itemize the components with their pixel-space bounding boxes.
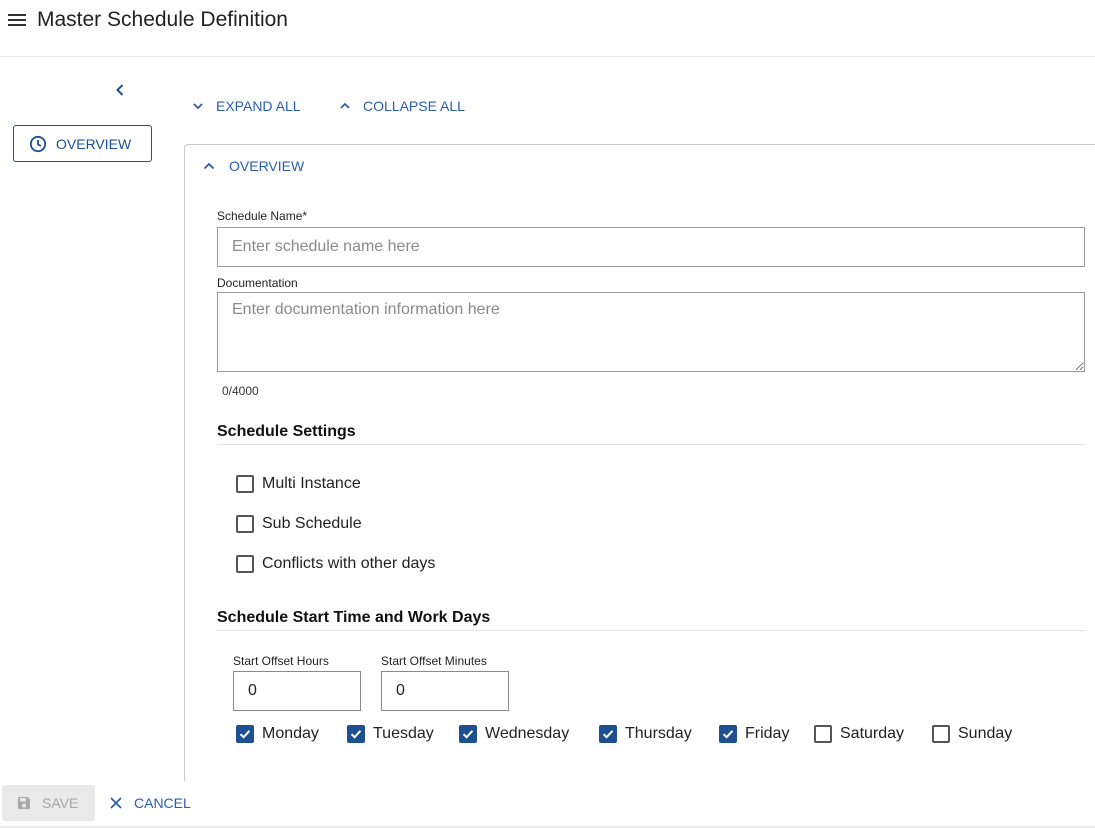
multi-instance-checkbox[interactable]: Multi Instance [236,475,361,493]
day-checkbox-saturday[interactable]: Saturday [814,725,904,743]
checkbox-box[interactable] [236,475,254,493]
save-icon [18,797,30,809]
checkbox-box[interactable] [347,725,365,743]
day-checkbox-tuesday[interactable]: Tuesday [347,725,434,743]
save-button[interactable]: SAVE [2,785,95,821]
day-checkbox-wednesday[interactable]: Wednesday [459,725,569,743]
page-title: Master Schedule Definition [37,8,288,31]
checkbox-label: Sub Schedule [262,515,362,532]
start-offset-minutes-label: Start Offset Minutes [381,654,487,668]
checkbox-label: Saturday [840,725,905,742]
cancel-button[interactable]: CANCEL [108,785,191,821]
start-time-heading: Schedule Start Time and Work Days [217,609,491,626]
collapse-all-button[interactable]: COLLAPSE ALL [337,98,465,114]
expand-all-button[interactable]: EXPAND ALL [190,98,301,114]
chevron-up-icon [340,102,350,109]
checkbox-box[interactable] [932,725,950,743]
checkbox-label: Thursday [625,725,692,742]
checkbox-label: Friday [745,725,790,742]
documentation-label: Documentation [217,276,298,290]
checkbox-label: Tuesday [373,725,434,742]
schedule-name-label: Schedule Name* [217,209,308,223]
checkbox-box[interactable] [459,725,477,743]
checkbox-label: Conflicts with other days [262,555,436,572]
start-offset-hours-input[interactable] [233,671,361,711]
checkbox-label: Sunday [958,725,1013,742]
close-icon [110,797,122,809]
save-label: SAVE [42,795,79,811]
sidebar-item-overview[interactable]: OVERVIEW [13,125,152,162]
checkbox-label: Wednesday [485,725,570,742]
checkmark-icon [602,730,614,739]
schedule-settings-heading: Schedule Settings [217,423,356,440]
checkbox-label: Multi Instance [262,475,361,492]
day-checkbox-friday[interactable]: Friday [719,725,789,743]
collapse-all-label: COLLAPSE ALL [363,98,465,114]
checkmark-icon [722,730,734,739]
checkbox-label: Monday [262,725,319,742]
checkbox-box[interactable] [236,515,254,533]
overview-panel-header[interactable]: OVERVIEW [201,158,304,174]
app-header: Master Schedule Definition [0,0,1095,57]
checkmark-icon [350,730,362,739]
sub-schedule-checkbox[interactable]: Sub Schedule [236,515,362,533]
start-offset-minutes-input[interactable] [381,671,509,711]
conflicts-other-days-checkbox[interactable]: Conflicts with other days [236,555,435,573]
day-checkbox-thursday[interactable]: Thursday [599,725,692,743]
chevron-left-icon [116,84,124,96]
day-checkbox-sunday[interactable]: Sunday [932,725,1012,743]
sidebar-item-label: OVERVIEW [56,135,132,152]
overview-panel: OVERVIEW Schedule Name* Documentation 0/… [184,144,1095,781]
collapse-sidebar-button[interactable] [110,80,130,100]
section-divider [217,630,1085,631]
schedule-name-input[interactable] [217,227,1085,267]
documentation-textarea[interactable] [217,292,1085,372]
chevron-down-icon [193,103,203,110]
day-checkbox-monday[interactable]: Monday [236,725,319,743]
clock-icon [29,135,47,152]
checkbox-box[interactable] [814,725,832,743]
character-counter: 0/4000 [222,384,259,398]
start-offset-hours-label: Start Offset Hours [233,654,329,668]
checkbox-box[interactable] [236,555,254,573]
checkbox-box[interactable] [719,725,737,743]
checkmark-icon [462,730,474,739]
hamburger-menu-icon[interactable] [6,11,28,29]
checkmark-icon [239,730,251,739]
checkbox-box[interactable] [599,725,617,743]
cancel-label: CANCEL [134,795,191,811]
chevron-up-icon [203,162,215,170]
section-divider [217,444,1085,445]
panel-title: OVERVIEW [229,158,305,174]
checkbox-box[interactable] [236,725,254,743]
expand-all-label: EXPAND ALL [216,98,301,114]
